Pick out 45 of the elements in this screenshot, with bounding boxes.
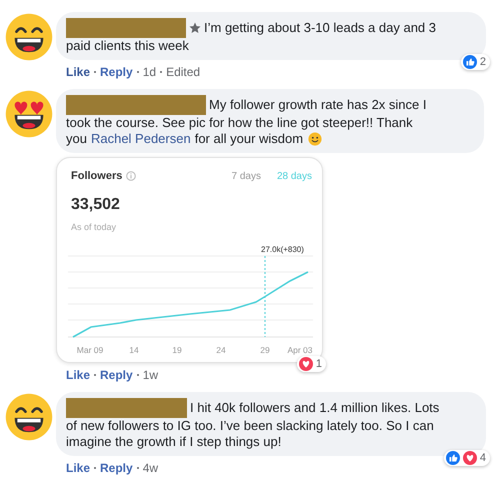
axis-label: Apr 03	[287, 345, 313, 355]
comment-text: imagine the growth if I step things up!	[66, 434, 282, 450]
chart-title: Followers	[71, 169, 122, 184]
axis-label: 24	[216, 345, 226, 355]
reply-link[interactable]: Reply	[100, 461, 133, 475]
reaction-badge[interactable]: 4	[444, 450, 490, 466]
reaction-count: 2	[480, 55, 486, 69]
axis-label: Mar 09	[76, 345, 104, 355]
comment-text: took the course. See pic for how the line got steeper!! Thank	[66, 115, 413, 131]
thumbs-up-icon	[446, 451, 460, 465]
reaction-badge[interactable]: 1	[296, 356, 326, 372]
comment-text: I hit 40k followers and 1.4 million likes. Lots	[190, 400, 440, 416]
as-of-label: As of today	[71, 220, 118, 234]
reaction-count: 4	[480, 451, 486, 465]
comment-text: of new followers to IG too. I’ve been slacking lately too. So I can	[66, 418, 434, 434]
reaction-badge[interactable]: 2	[460, 54, 490, 70]
timestamp: 1w	[142, 368, 158, 382]
comment-text: for all your wisdom	[194, 131, 304, 147]
info-icon	[126, 171, 136, 182]
mention-link[interactable]: Rachel Pedersen	[90, 131, 191, 147]
like-link[interactable]: Like	[66, 461, 90, 475]
like-link[interactable]: Like	[66, 368, 90, 382]
emoji-avatar-icon	[4, 89, 54, 139]
axis-label: 19	[172, 345, 182, 355]
follower-count: 33,502	[71, 194, 121, 214]
axis-label: 14	[129, 345, 139, 355]
star-icon	[189, 22, 201, 34]
comment-text: paid clients this week	[66, 38, 189, 54]
edited-label: Edited	[166, 65, 200, 79]
comment-text: My follower growth rate has 2x since I	[209, 97, 426, 113]
axis-label: 29	[260, 345, 270, 355]
reply-link[interactable]: Reply	[100, 368, 133, 382]
marker-label: 27.0k(+830)	[261, 245, 304, 254]
timestamp: 1d	[142, 65, 156, 79]
emoji-avatar-icon	[4, 392, 54, 442]
smiley-icon	[308, 132, 322, 146]
emoji-avatar-icon	[4, 12, 54, 62]
comment-text: you	[66, 131, 87, 147]
thumbs-up-icon	[462, 55, 477, 69]
like-link[interactable]: Like	[66, 65, 90, 79]
timestamp: 4w	[142, 461, 158, 475]
comment-text: I’m getting about 3-10 leads a day and 3	[204, 20, 436, 36]
reply-link[interactable]: Reply	[100, 65, 133, 79]
range-tab[interactable]: 7 days	[232, 168, 261, 184]
reaction-count: 1	[316, 357, 322, 371]
